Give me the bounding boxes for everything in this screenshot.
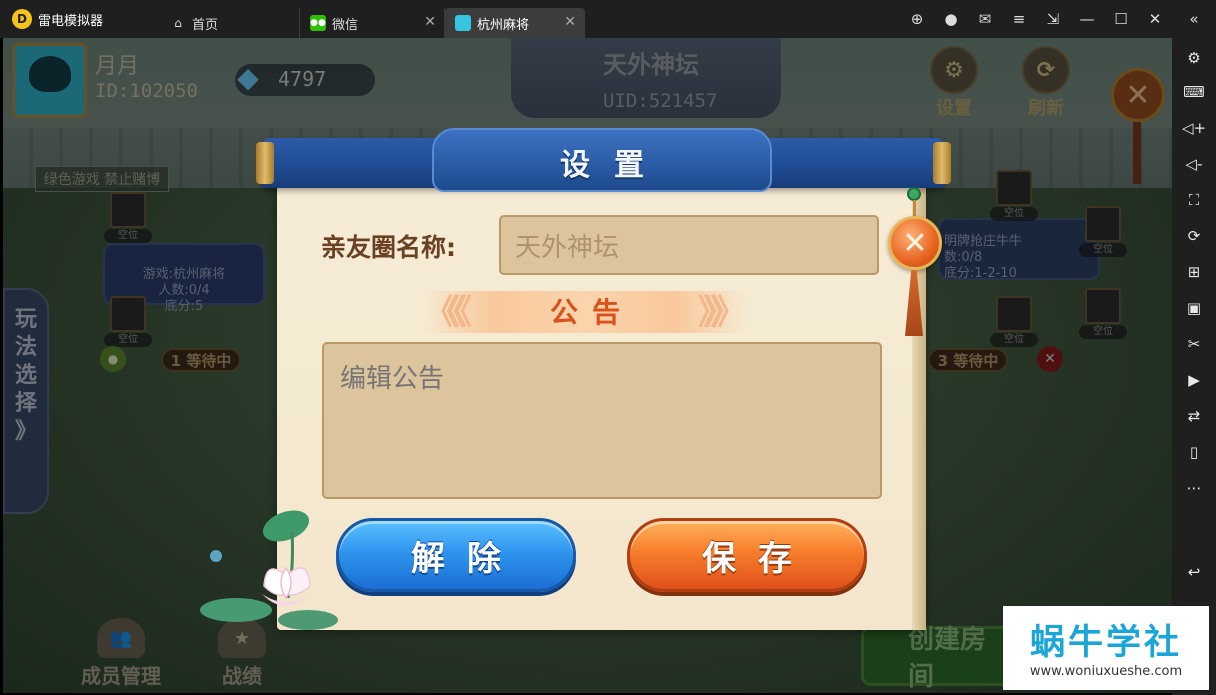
leidian-logo-icon: D	[12, 9, 32, 29]
dialog-close-button[interactable]: ✕	[888, 216, 942, 270]
tab-home-label: 首页	[192, 17, 219, 33]
wechat-icon: ●●	[310, 15, 326, 31]
circle-name-label: 亲友圈名称:	[321, 233, 456, 262]
multi-instance-icon[interactable]: ⊞	[1178, 258, 1210, 286]
tab-wechat-close-icon[interactable]: ✕	[424, 14, 436, 30]
keyboard-icon[interactable]: ⌨	[1178, 78, 1210, 106]
emulator-titlebar: D 雷电模拟器 ⌂ 首页 ●● 微信 ✕ 杭州麻将 ✕ ⊕ ● ✉ ≡ ⇲ — …	[0, 0, 1216, 38]
back-icon[interactable]: ↩	[1178, 558, 1210, 586]
fullscreen-icon[interactable]: ⛶	[1178, 186, 1210, 214]
emulator-app-name: 雷电模拟器	[38, 13, 104, 29]
watermark: 蜗牛学社 www.woniuxueshe.com	[1003, 606, 1209, 690]
dialog-title: 设置	[560, 148, 668, 183]
pin-window-icon[interactable]: ⇲	[1036, 0, 1070, 38]
close-window-icon[interactable]: ✕	[1138, 0, 1172, 38]
tab-game-label: 杭州麻将	[477, 17, 530, 33]
lotus-flower-icon	[200, 510, 338, 630]
tab-wechat-label: 微信	[332, 17, 359, 33]
apk-install-icon[interactable]: ▣	[1178, 294, 1210, 322]
dismiss-button[interactable]: 解除	[336, 518, 576, 592]
account-icon[interactable]: ●	[934, 0, 968, 38]
emulator-brand: D 雷电模拟器	[0, 0, 160, 38]
close-knot-icon	[907, 187, 921, 201]
collapse-sidebar-icon[interactable]: «	[1172, 0, 1216, 38]
tab-wechat[interactable]: ●● 微信 ✕	[300, 8, 445, 38]
emulator-window: D 雷电模拟器 ⌂ 首页 ●● 微信 ✕ 杭州麻将 ✕ ⊕ ● ✉ ≡ ⇲ — …	[0, 0, 1216, 695]
tab-game-close-icon[interactable]: ✕	[564, 14, 576, 30]
notice-editor[interactable]	[322, 342, 882, 499]
maximize-icon[interactable]: ☐	[1104, 0, 1138, 38]
watermark-title: 蜗牛学社	[1029, 623, 1182, 663]
screenshot-scissors-icon[interactable]: ✂	[1178, 330, 1210, 358]
game-app-icon	[455, 15, 471, 31]
tab-hangzhou-mahjong[interactable]: 杭州麻将 ✕	[445, 8, 585, 38]
scroll-cap-left	[256, 142, 274, 184]
rotate-icon[interactable]: ⟳	[1178, 222, 1210, 250]
more-icon[interactable]: ⋯	[1178, 474, 1210, 502]
scroll-cap-right	[933, 142, 951, 184]
tab-home[interactable]: ⌂ 首页	[160, 8, 300, 38]
mail-icon[interactable]: ✉	[968, 0, 1002, 38]
home-icon: ⌂	[174, 16, 182, 30]
gamepad-icon[interactable]: ⊕	[900, 0, 934, 38]
notice-title: 公告	[549, 296, 634, 329]
titlebar-controls: ⊕ ● ✉ ≡ ⇲ — ☐ ✕ «	[900, 0, 1216, 38]
menu-icon[interactable]: ≡	[1002, 0, 1036, 38]
circle-name-field[interactable]	[499, 215, 879, 275]
emulator-sidebar: ⚙ ⌨ ◁+ ◁- ⛶ ⟳ ⊞ ▣ ✂ ▶ ⇄ ▯ ⋯ ↩	[1172, 38, 1216, 695]
record-video-icon[interactable]: ▶	[1178, 366, 1210, 394]
shake-icon[interactable]: ▯	[1178, 438, 1210, 466]
volume-down-icon[interactable]: ◁-	[1178, 150, 1210, 178]
volume-up-icon[interactable]: ◁+	[1178, 114, 1210, 142]
minimize-icon[interactable]: —	[1070, 0, 1104, 38]
watermark-url: www.woniuxueshe.com	[1029, 664, 1183, 679]
save-button-label: 保存	[702, 538, 814, 579]
save-button[interactable]: 保存	[627, 518, 867, 592]
dismiss-button-label: 解除	[411, 538, 523, 579]
settings-gear-icon[interactable]: ⚙	[1178, 44, 1210, 72]
sync-icon[interactable]: ⇄	[1178, 402, 1210, 430]
